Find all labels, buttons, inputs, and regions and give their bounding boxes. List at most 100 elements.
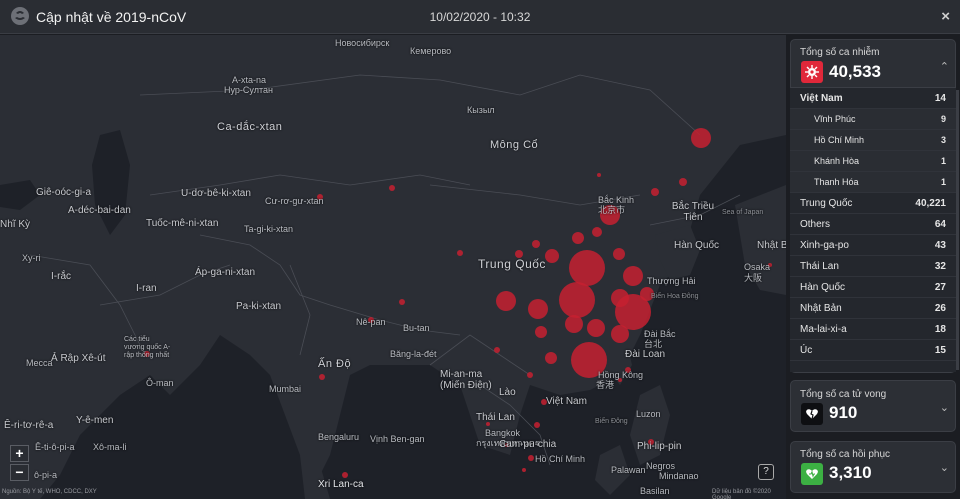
map-label-osaka-jp: 大阪: [744, 273, 763, 283]
help-icon[interactable]: ?: [758, 464, 774, 480]
chevron-up-icon[interactable]: ⌃: [940, 60, 949, 73]
country-row[interactable]: Nhật Bản 26: [790, 298, 956, 319]
map-land-svg: [0, 35, 786, 499]
country-row[interactable]: Trung Quốc 40,221: [790, 193, 956, 214]
province-row[interactable]: Hồ Chí Minh 3: [790, 130, 956, 151]
map-label-nhat-ban: Nhật Bản: [757, 240, 786, 251]
map-label-tuoc-me-ni-xtan: Tuốc-mê-ni-xtan: [146, 218, 219, 229]
map-label-xy-ri: Xy-ri: [22, 253, 41, 263]
close-icon[interactable]: ×: [941, 8, 950, 25]
map-label-o-pi-a: ô-pi-a: [34, 470, 58, 480]
row-name: Thanh Hóa: [814, 177, 859, 187]
zoom-in-button[interactable]: +: [10, 445, 29, 462]
row-count: 14: [934, 92, 946, 104]
map-label-e-ti-o-pi-a: Ê-ti-ô-pi-a: [35, 442, 75, 452]
row-name: Hàn Quốc: [800, 281, 846, 293]
map-label-mong-co: Mông Cổ: [490, 139, 539, 151]
map-label-phi-lip-pin: Phi-lip-pin: [637, 441, 682, 452]
row-count: 26: [934, 302, 946, 314]
map-label-xri-lan-ca: Xri Lan-ca: [318, 479, 364, 490]
map-label-ap-ga-ni-xtan: Áp-ga-ni-xtan: [195, 267, 256, 278]
recovered-total: 3,310: [829, 463, 872, 482]
map-label-thuong-hai: Thượng Hải: [647, 276, 696, 286]
map-label-ne-pan: Nê-pan: [356, 317, 386, 327]
row-name: Nhật Bản: [800, 302, 842, 314]
map-label-kemerovo: Кемерово: [410, 46, 452, 56]
chevron-down-icon[interactable]: ⌄: [940, 401, 949, 414]
map-label-e-ri-to-re-a: Ê-ri-tơ-rê-a: [4, 420, 54, 431]
map-label-bac-trieu-tien: Bắc Triều Tiên: [671, 201, 715, 223]
row-count: 1: [940, 156, 946, 166]
row-name: Ma-lai-xi-a: [800, 323, 847, 335]
recovered-title: Tổng số ca hồi phục: [800, 449, 891, 460]
row-count: 32: [934, 260, 946, 272]
map-label-lao: Lào: [499, 387, 516, 398]
map-label-bien-dong: Biển Đông: [595, 418, 628, 425]
row-name: Xinh-ga-po: [800, 239, 849, 251]
map-label-a-xta-na: A-xta-na: [232, 75, 267, 85]
row-name: Hồ Chí Minh: [814, 135, 865, 145]
map-label-ca-dac-xtan: Ca-dắc-xtan: [217, 121, 283, 133]
row-name: Úc: [800, 344, 813, 356]
map-label-gie-ooc-gi-a: Giê-oóc-gi-a: [36, 187, 92, 198]
map-label-i-rac: I-rắc: [51, 271, 71, 282]
country-row[interactable]: Others 64: [790, 214, 956, 235]
row-count: 15: [934, 344, 946, 356]
country-row[interactable]: Úc 15: [790, 340, 956, 361]
stats-panel: Tổng số ca nhiễm 40,533 ⌃ Việt Nam 14 Vĩnh…: [786, 35, 960, 499]
map-label-cam-pu-chia: Cam-pu-chia: [499, 439, 557, 450]
recovered-card[interactable]: Tổng số ca hồi phục 3,310 ⌄: [790, 441, 956, 493]
map-label-ta-gi-ki-xtan: Ta-gi-ki-xtan: [244, 224, 294, 234]
map-label-kyzyl: Кызыл: [467, 105, 495, 115]
row-name: Trung Quốc: [800, 197, 853, 209]
country-row[interactable]: Xinh-ga-po 43: [790, 235, 956, 256]
row-count: 9: [940, 114, 946, 124]
map-label-bang-la-det: Băng-la-đét: [390, 349, 437, 359]
map-label-dai-loan: Đài Loan: [625, 349, 666, 360]
map-label-bien-hoa-dong: Biển Hoa Đông: [651, 293, 699, 300]
row-count: 43: [934, 239, 946, 251]
map-label-negros: Negros: [646, 461, 676, 471]
map-label-pa-ki-xtan: Pa-ki-xtan: [236, 301, 282, 312]
update-datetime: 10/02/2020 - 10:32: [429, 10, 531, 24]
map-label-bac-kinh-cn: 北京市: [598, 205, 626, 215]
map-label-y-e-men: Y-ê-men: [76, 415, 114, 426]
row-name: Vĩnh Phúc: [814, 114, 856, 124]
map-label-trung-quoc: Trung Quốc: [478, 257, 546, 271]
country-row[interactable]: Ma-lai-xi-a 18: [790, 319, 956, 340]
app-header: Cập nhật về 2019-nCoV 10/02/2020 - 10:32…: [0, 0, 960, 34]
row-count: 1: [940, 177, 946, 187]
map-label-cac-tieu-vuong-quoc: Các tiểu vương quốc A-rập thống nhất: [124, 336, 171, 359]
list-scrollbar[interactable]: [956, 90, 959, 370]
province-row[interactable]: Vĩnh Phúc 9: [790, 109, 956, 130]
map-label-nhi-ky: Nhĩ Kỳ: [0, 219, 31, 230]
map-view[interactable]: Новосибирск Кемерово Кызыл A-xta-na Нур-…: [0, 35, 786, 499]
infected-country-list[interactable]: Việt Nam 14 Vĩnh Phúc 9 Hồ Chí Minh 3 Khánh Hò…: [790, 87, 956, 372]
row-name: Thái Lan: [800, 260, 839, 272]
country-row[interactable]: Việt Nam 14: [790, 88, 956, 109]
infected-total: 40,533: [829, 62, 881, 81]
map-label-vinh-ben-gan: Vịnh Ben-gan: [370, 434, 425, 444]
map-label-basilan: Basilan: [640, 486, 670, 496]
chevron-down-icon[interactable]: ⌄: [940, 461, 949, 474]
province-row[interactable]: Thanh Hóa 1: [790, 172, 956, 193]
deaths-card[interactable]: Tổng số ca tử vong 910 ⌄: [790, 380, 956, 432]
map-label-luzon: Luzon: [636, 409, 661, 419]
map-label-thai-lan: Thái Lan: [476, 412, 515, 423]
map-label-bu-tan: Bu-tan: [403, 323, 430, 333]
row-name: Others: [800, 218, 831, 230]
province-row[interactable]: Khánh Hòa 1: [790, 151, 956, 172]
map-label-sea-of-japan: Sea of Japan: [722, 209, 764, 216]
map-label-novosibirsk: Новосибирск: [335, 38, 390, 48]
row-count: 18: [934, 323, 946, 335]
row-count: 40,221: [915, 197, 946, 209]
row-count: 64: [934, 218, 946, 230]
country-row[interactable]: Hàn Quốc 27: [790, 277, 956, 298]
map-label-xo-ma-li: Xô-ma-li: [93, 442, 127, 452]
map-label-bengaluru: Bengaluru: [318, 432, 360, 442]
country-row[interactable]: Thái Lan 32: [790, 256, 956, 277]
zoom-out-button[interactable]: −: [10, 464, 29, 481]
map-label-mi-an-ma: Mi-an-ma (Miến Điện): [440, 369, 492, 391]
map-attribution-google[interactable]: Dữ liệu bản đồ ©2020 Google: [712, 489, 786, 499]
map-label-o-man: Ô-man: [146, 378, 174, 388]
